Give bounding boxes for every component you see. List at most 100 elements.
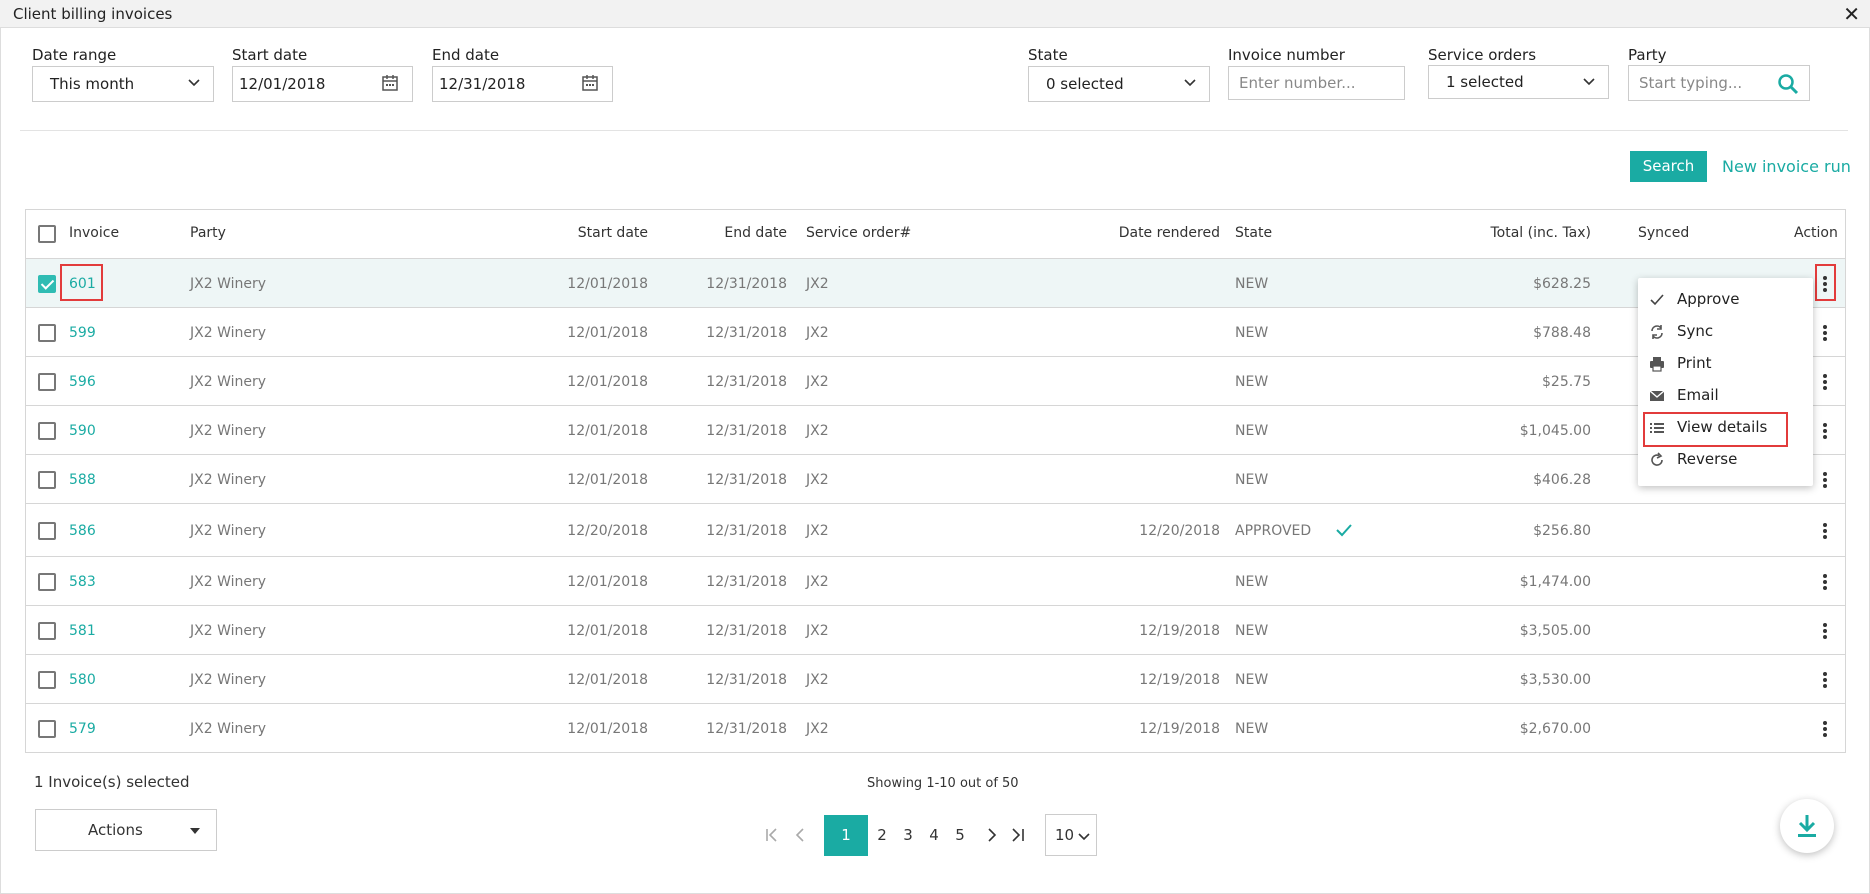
party-cell: JX2 Winery [190,276,267,292]
select-all-checkbox[interactable] [38,225,56,243]
service-orders-select[interactable]: 1 selected [1428,65,1609,99]
more-actions-icon[interactable] [1818,421,1832,441]
start-date-value: 12/01/2018 [239,75,326,93]
page-3-button[interactable]: 3 [898,815,918,856]
state-cell: NEW [1235,276,1269,292]
table-row: 579 JX2 Winery 12/01/2018 12/31/2018 JX2 12/1… [26,704,1845,753]
total-cell: $406.28 [1533,472,1591,488]
more-actions-icon[interactable] [1818,521,1832,541]
page-size-select[interactable]: 10 [1045,814,1097,856]
row-checkbox[interactable] [38,324,56,342]
invoice-link[interactable]: 583 [69,574,96,590]
date-range-select[interactable]: This month [32,66,214,102]
download-button[interactable] [1780,799,1834,853]
start-date-cell: 12/01/2018 [567,623,648,639]
chevron-right-icon [988,828,997,842]
header-invoice[interactable]: Invoice [69,225,119,241]
search-button[interactable]: Search [1630,151,1707,182]
check-icon [1650,294,1664,306]
close-icon[interactable]: ✕ [1843,2,1860,26]
party-cell: JX2 Winery [190,672,267,688]
prev-page-button[interactable] [790,815,810,856]
start-date-cell: 12/01/2018 [567,721,648,737]
row-checkbox[interactable] [38,522,56,540]
row-checkbox[interactable] [38,720,56,738]
service-order-cell: JX2 [806,523,829,539]
page-5-button[interactable]: 5 [950,815,970,856]
page-2-button[interactable]: 2 [872,815,892,856]
menu-item-sync[interactable]: Sync [1638,317,1813,347]
menu-item-label: Email [1677,386,1719,404]
menu-item-approve[interactable]: Approve [1638,285,1813,315]
party-cell: JX2 Winery [190,721,267,737]
table-row: 581 JX2 Winery 12/01/2018 12/31/2018 JX2 12/1… [26,606,1845,655]
start-date-cell: 12/01/2018 [567,276,648,292]
end-date-cell: 12/31/2018 [706,574,787,590]
new-invoice-run-link[interactable]: New invoice run [1722,157,1851,176]
menu-item-print[interactable]: Print [1638,349,1813,379]
total-cell: $1,474.00 [1519,574,1591,590]
end-date-field[interactable]: 12/31/2018 [432,66,613,102]
header-total[interactable]: Total (inc. Tax) [1401,225,1591,241]
header-synced[interactable]: Synced [1638,225,1689,241]
header-service-order[interactable]: Service order# [806,225,911,241]
calendar-icon[interactable] [381,74,399,92]
invoice-link[interactable]: 580 [69,672,96,688]
start-date-label: Start date [232,46,308,64]
next-page-button[interactable] [982,815,1002,856]
invoice-link[interactable]: 586 [69,523,96,539]
invoice-link[interactable]: 599 [69,325,96,341]
row-checkbox[interactable] [38,671,56,689]
header-date-rendered[interactable]: Date rendered [1042,225,1220,241]
party-cell: JX2 Winery [190,423,267,439]
invoice-link[interactable]: 596 [69,374,96,390]
more-actions-icon[interactable] [1818,323,1832,343]
more-actions-icon[interactable] [1818,719,1832,739]
more-actions-icon[interactable] [1818,470,1832,490]
invoice-link[interactable]: 579 [69,721,96,737]
row-checkbox[interactable] [38,275,56,293]
row-checkbox[interactable] [38,422,56,440]
more-actions-icon[interactable] [1818,670,1832,690]
invoice-number-input[interactable] [1229,67,1404,99]
print-icon [1650,357,1664,372]
more-actions-icon[interactable] [1818,572,1832,592]
party-cell: JX2 Winery [190,523,267,539]
view-details-highlight [1643,412,1788,447]
start-date-field[interactable]: 12/01/2018 [232,66,413,102]
calendar-icon[interactable] [581,74,599,92]
menu-item-email[interactable]: Email [1638,381,1813,411]
row-checkbox[interactable] [38,471,56,489]
search-icon[interactable] [1777,73,1799,95]
header-start-date[interactable]: Start date [483,225,648,241]
more-actions-icon[interactable] [1818,621,1832,641]
menu-item-reverse[interactable]: Reverse [1638,445,1813,475]
party-field[interactable] [1628,65,1810,101]
first-page-button[interactable] [762,815,782,856]
page-1-button[interactable]: 1 [824,815,868,856]
header-party[interactable]: Party [190,225,226,241]
header-state[interactable]: State [1235,225,1272,241]
invoices-table: Invoice Party Start date End date Servic… [25,209,1846,753]
invoice-link[interactable]: 588 [69,472,96,488]
header-end-date[interactable]: End date [647,225,787,241]
row-checkbox[interactable] [38,622,56,640]
start-date-cell: 12/01/2018 [567,374,648,390]
more-actions-icon[interactable] [1818,372,1832,392]
start-date-cell: 12/01/2018 [567,423,648,439]
state-value: 0 selected [1046,75,1124,93]
invoice-number-field[interactable] [1228,66,1405,100]
state-select[interactable]: 0 selected [1028,66,1210,102]
last-page-button[interactable] [1008,815,1028,856]
end-date-cell: 12/31/2018 [706,423,787,439]
page-4-button[interactable]: 4 [924,815,944,856]
row-checkbox[interactable] [38,573,56,591]
actions-dropdown[interactable]: Actions [35,809,217,851]
date-rendered-cell: 12/19/2018 [1139,623,1220,639]
table-row: 590 JX2 Winery 12/01/2018 12/31/2018 JX2 NEW $… [26,406,1845,455]
invoice-link[interactable]: 581 [69,623,96,639]
party-label: Party [1628,46,1667,64]
invoice-link[interactable]: 590 [69,423,96,439]
row-checkbox[interactable] [38,373,56,391]
end-date-label: End date [432,46,500,64]
